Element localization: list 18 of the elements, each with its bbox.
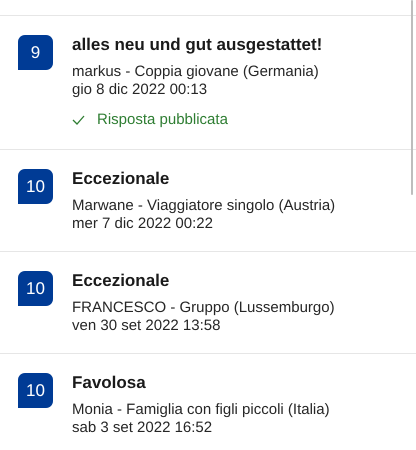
reviewer-info: Marwane - Viaggiatore singolo (Austria) — [72, 197, 336, 215]
review-date: gio 8 dic 2022 00:13 — [72, 81, 208, 99]
checkmark-icon — [72, 115, 85, 125]
score-badge: 10 — [18, 373, 53, 408]
review-title: alles neu und gut ausgestattet! — [72, 34, 322, 56]
reviewer-info: FRANCESCO - Gruppo (Lussemburgo) — [72, 299, 335, 317]
review-title: Eccezionale — [72, 270, 170, 292]
review-title: Favolosa — [72, 372, 147, 394]
score-badge: 10 — [18, 271, 53, 306]
score-badge: 9 — [18, 35, 53, 70]
score-badge: 10 — [18, 169, 53, 204]
reviewer-info: Monia - Famiglia con figli piccoli (Italia) — [72, 401, 330, 419]
reviewer-info: markus - Coppia giovane (Germania) — [72, 63, 320, 81]
review-title: Eccezionale — [72, 168, 170, 190]
reply-status: Risposta pubblicata — [97, 110, 228, 130]
review-date: sab 3 set 2022 16:52 — [72, 419, 214, 437]
review-date: mer 7 dic 2022 00:22 — [72, 215, 214, 233]
review-date: ven 30 set 2022 13:58 — [72, 317, 222, 335]
